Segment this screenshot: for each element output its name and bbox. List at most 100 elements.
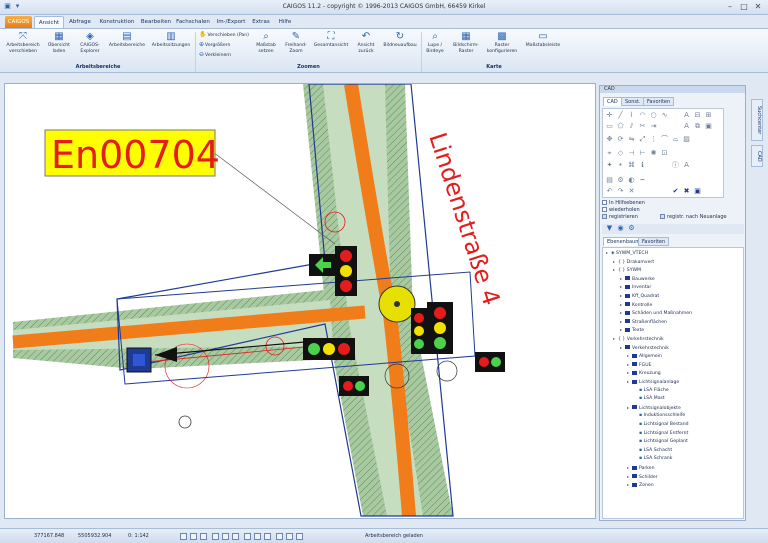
tree-expand-icon[interactable]: ▸ <box>613 336 617 342</box>
tree-node[interactable]: ▪ Lichtsignal Bestand <box>634 422 689 428</box>
checkbox-box-checked[interactable] <box>660 214 665 219</box>
polyline-tool-icon[interactable]: ⌇ <box>627 111 636 120</box>
pedestrian-light-south[interactable] <box>339 376 369 396</box>
bildschirm-raster-button[interactable]: ▦ Bildschirm-Raster <box>450 31 482 54</box>
print-toggle-icon[interactable] <box>244 533 251 540</box>
snap-toggle-icon[interactable] <box>180 533 187 540</box>
grid-toggle-icon[interactable] <box>190 533 197 540</box>
tree-expand-icon[interactable]: ▸ <box>620 327 624 333</box>
text-style-tool-icon[interactable]: A <box>682 161 691 170</box>
tree-expand-icon[interactable]: ▸ <box>627 465 631 471</box>
text-tool-icon[interactable]: A <box>682 111 691 120</box>
text-edit-tool-icon[interactable]: A <box>682 122 691 131</box>
measure-tool-icon[interactable]: ⊞ <box>704 111 713 120</box>
tree-expand-icon[interactable]: ▸ <box>627 482 631 488</box>
layer-tool-icon[interactable]: ▤ <box>605 176 614 185</box>
select-toggle-icon[interactable] <box>222 533 229 540</box>
checkbox-box[interactable] <box>602 207 607 212</box>
tree-node[interactable]: ▪ LSA Schrank <box>634 456 672 462</box>
point-tool-icon[interactable]: • <box>616 161 625 170</box>
mirror-tool-icon[interactable]: ⇋ <box>627 135 636 144</box>
line-tool-icon[interactable]: ╱ <box>616 111 625 120</box>
checkbox-wiederholen[interactable]: wiederholen <box>602 207 640 213</box>
tree-expand-icon[interactable]: ▸ <box>627 474 631 480</box>
checkbox-box-checked[interactable] <box>602 214 607 219</box>
tab-konstruktion[interactable]: Konstruktion <box>97 16 137 28</box>
copy-tool-icon[interactable]: ⧉ <box>693 122 702 131</box>
tree-node[interactable]: ▪ LSA Fläche <box>634 388 669 394</box>
apply-tool-icon[interactable]: ▣ <box>693 187 702 196</box>
tab-ansicht[interactable]: Ansicht <box>34 16 64 28</box>
move-tool-icon[interactable]: ✥ <box>605 135 614 144</box>
tree-node[interactable]: ▸{ } SYWM <box>613 267 641 274</box>
tree-expand-icon[interactable]: ▸ <box>620 319 624 325</box>
caigos-explorer-button[interactable]: ◈ CAIGOS-Explorer <box>75 31 105 54</box>
map-drawing[interactable]: En00704 Lindenstraße 4 <box>5 84 596 519</box>
panel-tab-sonst[interactable]: Sonst. <box>621 97 645 106</box>
array-tool-icon[interactable]: ⋮ <box>649 135 658 144</box>
tree-expand-icon[interactable]: ▸ <box>613 267 617 273</box>
redo-tool-icon[interactable]: ↷ <box>616 187 625 196</box>
info-tool-icon[interactable]: ⓘ <box>671 161 680 170</box>
tree-node[interactable]: ▸ Texte <box>620 327 644 334</box>
spline-tool-icon[interactable]: ∿ <box>660 111 669 120</box>
layer-settings-icon[interactable]: ⚙ <box>627 224 636 233</box>
tree-expand-icon[interactable]: ▸ <box>620 345 624 351</box>
arbeitsbereiche-button[interactable]: ▤ Arbeitsbereiche <box>107 31 147 49</box>
arbeitsbereich-verschieben-button[interactable]: ⤧ Arbeitsbereich verschieben <box>4 31 42 54</box>
circle-tool-icon[interactable]: ○ <box>649 111 658 120</box>
break-tool-icon[interactable]: ⊣ <box>627 149 636 158</box>
tree-node[interactable]: ▪ LSA Mast <box>634 396 665 402</box>
dimension-tool-icon[interactable]: ⊟ <box>693 111 702 120</box>
hatch-tool-icon[interactable]: ▨ <box>682 135 691 144</box>
tree-tab-favoriten[interactable]: Favoriten <box>638 237 670 246</box>
vergroessern-button[interactable]: ⊕Vergrößern <box>199 42 230 49</box>
gesamtansicht-button[interactable]: ⛶ Gesamtansicht <box>313 31 349 49</box>
view-toggle-icon[interactable] <box>232 533 239 540</box>
traffic-light-east[interactable] <box>411 302 453 354</box>
tree-node[interactable]: ▸ Allgemein <box>627 353 662 360</box>
extend-tool-icon[interactable]: ⇥ <box>649 122 658 131</box>
linetype-tool-icon[interactable]: ┅ <box>638 176 647 185</box>
tree-node[interactable]: ▪ LSA Schacht <box>634 448 672 454</box>
settings-toggle-icon[interactable] <box>296 533 303 540</box>
tree-node[interactable]: ▸ Kontrolle <box>620 302 652 309</box>
paste-tool-icon[interactable]: ▣ <box>704 122 713 131</box>
rectangle-tool-icon[interactable]: ▭ <box>605 122 614 131</box>
tree-node[interactable]: ▸ Kreuzung <box>627 370 661 377</box>
tab-im-export[interactable]: Im-/Export <box>214 16 248 28</box>
tree-node[interactable]: ▸ Schilder <box>627 474 658 481</box>
checkbox-registr-nach-neuanlage[interactable]: registr. nach Neuanlage <box>660 214 727 220</box>
freihand-zoom-button[interactable]: ✎ Freihand-Zoom <box>282 31 310 54</box>
info-toggle-icon[interactable] <box>264 533 271 540</box>
trim-tool-icon[interactable]: ✂ <box>638 122 647 131</box>
tab-hilfe[interactable]: Hilfe <box>275 16 295 28</box>
point-symbol[interactable] <box>178 415 192 429</box>
massstabsleiste-button[interactable]: ▭ Maßstabsleiste <box>523 31 563 49</box>
tree-node[interactable]: ▸ Lichtsignalanlage <box>627 379 679 386</box>
tree-expand-icon[interactable]: ▸ <box>606 250 610 256</box>
lupe-birdeye-button[interactable]: ⌕ Lupe / Birdeye <box>424 31 446 54</box>
tree-expand-icon[interactable]: ▸ <box>620 302 624 308</box>
pedestrian-light-east[interactable] <box>475 352 505 372</box>
ortho-toggle-icon[interactable] <box>200 533 207 540</box>
tab-abfrage[interactable]: Abfrage <box>66 16 94 28</box>
tree-node[interactable]: ▸ Lichtsignalobjekte <box>627 405 681 412</box>
layer-filter-icon[interactable]: ▼ <box>605 224 614 233</box>
bildneuaufbau-button[interactable]: ↻ Bildneuaufbau <box>382 31 418 49</box>
uebersicht-laden-button[interactable]: ▦ Übersicht laden <box>46 31 72 54</box>
snap-tool-icon[interactable]: ⌖ <box>605 149 614 158</box>
checkbox-registrieren[interactable]: registrieren <box>602 214 638 220</box>
tree-expand-icon[interactable]: ▸ <box>620 293 624 299</box>
layer-visibility-icon[interactable]: ◉ <box>616 224 625 233</box>
raster-konfigurieren-button[interactable]: ▩ Raster konfigurieren <box>484 31 520 54</box>
tree-node[interactable]: ▸ Bauwerke <box>620 276 655 283</box>
tree-expand-icon[interactable]: ▸ <box>627 362 631 368</box>
tree-node[interactable]: ▸{ } Verkehrstechnik <box>613 336 664 343</box>
close-icon[interactable]: ✕ <box>752 1 764 12</box>
massstab-setzen-button[interactable]: ⌕ Maßstab setzen <box>253 31 279 54</box>
tree-expand-icon[interactable]: ▸ <box>627 379 631 385</box>
tree-node[interactable]: ▪ Lichtsignal Geplant <box>634 439 688 445</box>
panel-tab-cad[interactable]: CAD <box>603 97 622 106</box>
join-tool-icon[interactable]: ⊢ <box>638 149 647 158</box>
